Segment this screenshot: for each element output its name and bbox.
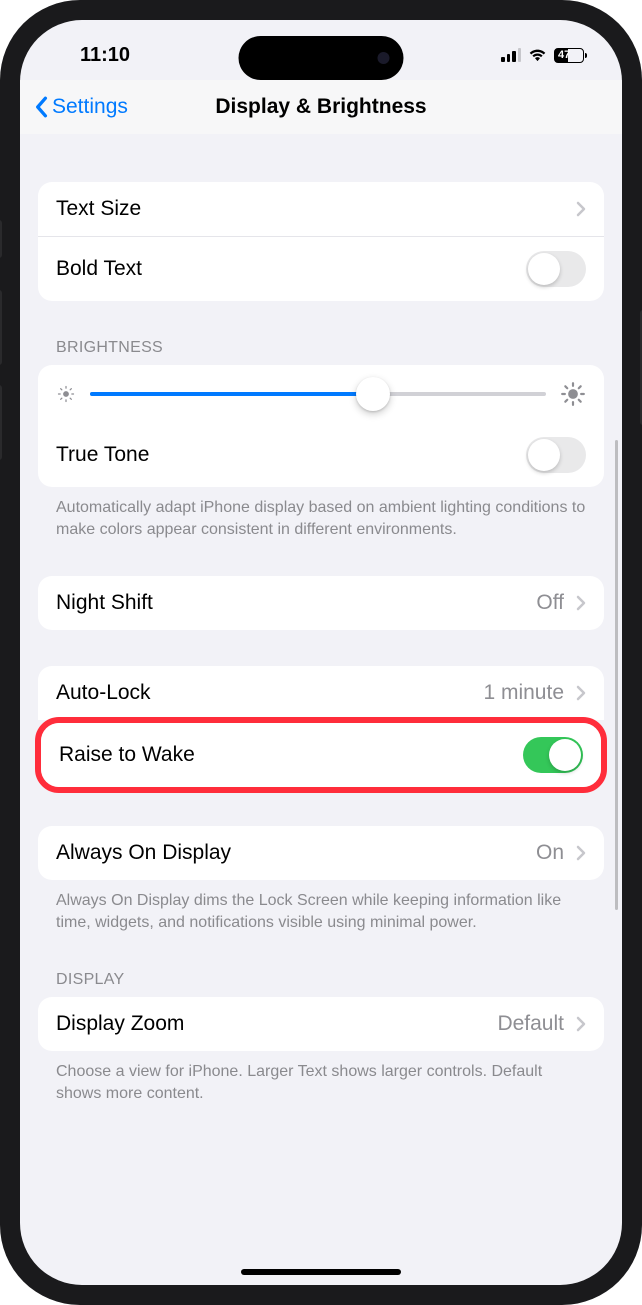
chevron-right-icon [576,201,586,217]
chevron-right-icon [576,685,586,701]
chevron-left-icon [34,96,48,118]
cellular-icon [501,48,521,62]
camera-dot-icon [378,52,390,64]
dynamic-island [239,36,404,80]
text-group: Text Size Bold Text [38,182,604,301]
auto-lock-value: 1 minute [483,681,572,705]
back-button[interactable]: Settings [34,95,128,119]
chevron-right-icon [576,1016,586,1032]
auto-lock-label: Auto-Lock [56,681,151,705]
screen: 11:10 47 Settings [20,20,622,1285]
raise-to-wake-row[interactable]: Raise to Wake [41,723,601,787]
chevron-right-icon [576,845,586,861]
display-zoom-value: Default [497,1012,572,1036]
brightness-header: BRIGHTNESS [20,331,622,365]
night-shift-label: Night Shift [56,591,153,615]
night-shift-value: Off [536,591,572,615]
display-zoom-footer: Choose a view for iPhone. Larger Text sh… [20,1051,622,1104]
battery-icon: 47 [554,48,584,63]
true-tone-label: True Tone [56,443,149,467]
true-tone-switch[interactable] [526,437,586,473]
text-size-row[interactable]: Text Size [38,182,604,236]
battery-percent: 47 [558,49,570,61]
display-zoom-row[interactable]: Display Zoom Default [38,997,604,1051]
raise-to-wake-highlight: Raise to Wake [35,717,607,793]
true-tone-row[interactable]: True Tone [38,423,604,487]
slider-fill [90,392,373,396]
brightness-slider-row[interactable] [38,365,604,423]
slider-thumb[interactable] [356,377,390,411]
always-on-row[interactable]: Always On Display On [38,826,604,880]
always-on-label: Always On Display [56,841,231,865]
text-size-label: Text Size [56,197,141,221]
always-on-footer: Always On Display dims the Lock Screen w… [20,880,622,933]
volume-down-button [0,385,2,460]
scroll-indicator[interactable] [615,440,618,910]
always-on-group: Always On Display On [38,826,604,880]
chevron-right-icon [576,595,586,611]
brightness-group: True Tone [38,365,604,487]
back-label: Settings [52,95,128,119]
brightness-slider[interactable] [90,392,546,396]
nav-bar: Settings Display & Brightness [20,80,622,134]
night-shift-group: Night Shift Off [38,576,604,630]
auto-lock-group: Auto-Lock 1 minute [38,666,604,720]
raise-to-wake-label: Raise to Wake [59,743,195,767]
wifi-icon [528,48,547,62]
raise-to-wake-switch[interactable] [523,737,583,773]
sun-small-icon [56,384,76,404]
true-tone-footer: Automatically adapt iPhone display based… [20,487,622,540]
page-title: Display & Brightness [215,95,426,119]
bold-text-label: Bold Text [56,257,142,281]
phone-frame: 11:10 47 Settings [0,0,642,1305]
always-on-value: On [536,841,572,865]
volume-up-button [0,290,2,365]
home-indicator[interactable] [241,1269,401,1275]
display-zoom-label: Display Zoom [56,1012,184,1036]
status-time: 11:10 [80,44,130,67]
bold-text-switch[interactable] [526,251,586,287]
status-icons: 47 [501,48,584,63]
sun-large-icon [560,381,586,407]
night-shift-row[interactable]: Night Shift Off [38,576,604,630]
auto-lock-row[interactable]: Auto-Lock 1 minute [38,666,604,720]
content: Text Size Bold Text BRIGHTNESS [20,134,622,1135]
mute-switch [0,220,2,258]
display-header: DISPLAY [20,963,622,997]
bold-text-row[interactable]: Bold Text [38,236,604,301]
display-zoom-group: Display Zoom Default [38,997,604,1051]
